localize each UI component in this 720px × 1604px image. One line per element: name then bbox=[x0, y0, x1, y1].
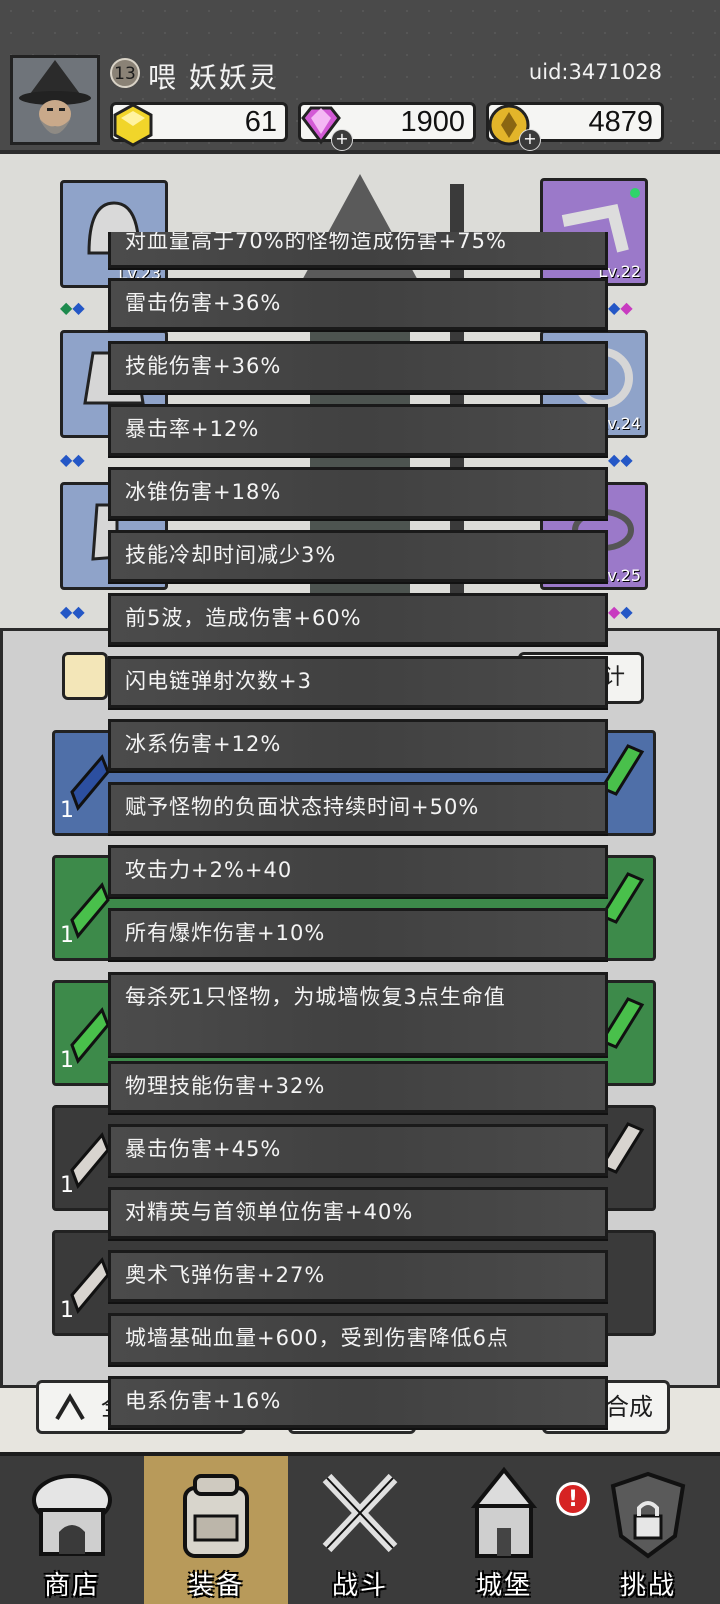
slot-gems: ◆◆ bbox=[60, 602, 85, 621]
nav-tab-battle[interactable]: 战斗 bbox=[288, 1456, 432, 1604]
stat-row: 每杀死1只怪物，为城墙恢复3点生命值 bbox=[108, 972, 608, 1056]
stat-text: 雷击伤害+36% bbox=[125, 291, 282, 315]
chevron-up-icon bbox=[55, 1393, 85, 1421]
stat-text: 所有爆炸伤害+10% bbox=[125, 921, 326, 945]
stat-row: 物理技能伤害+32% bbox=[108, 1061, 608, 1113]
stat-row: 暴击伤害+45% bbox=[108, 1124, 608, 1176]
stat-row: 攻击力+2%+40 bbox=[108, 845, 608, 897]
stat-text: 城墙基础血量+600，受到伤害降低6点 bbox=[125, 1326, 510, 1350]
coin-value: 4879 bbox=[588, 106, 653, 138]
stat-text: 冰系伤害+12% bbox=[125, 732, 282, 756]
coin-counter[interactable]: + 4879 bbox=[486, 102, 664, 151]
nav-label-shop: 商店 bbox=[43, 1571, 100, 1601]
stat-row: 赋予怪物的负面状态持续时间+50% bbox=[108, 782, 608, 834]
bottom-navigation: 商店 装备 战斗 城堡 挑战 bbox=[0, 1452, 720, 1604]
stat-row: 所有爆炸伤害+10% bbox=[108, 908, 608, 960]
nav-tab-challenge[interactable]: 挑战 bbox=[576, 1456, 720, 1604]
gold-gem-counter: 61 bbox=[110, 102, 288, 147]
stat-row: 冰锥伤害+18% bbox=[108, 467, 608, 519]
slot-gems: ◆◆ bbox=[608, 602, 633, 621]
stat-text: 暴击伤害+45% bbox=[125, 1137, 282, 1161]
slot-gems: ◆◆ bbox=[608, 298, 633, 317]
gem-count: 1 bbox=[60, 798, 74, 823]
stat-text: 前5波，造成伤害+60% bbox=[125, 606, 362, 630]
gold-gem-value: 61 bbox=[244, 106, 277, 138]
slot-gems: ◆◆ bbox=[60, 298, 85, 317]
stat-text: 闪电链弹射次数+3 bbox=[125, 669, 312, 693]
gem-count: 1 bbox=[60, 1298, 74, 1323]
stat-text: 赋予怪物的负面状态持续时间+50% bbox=[125, 795, 480, 819]
player-level-badge: 13 bbox=[110, 58, 140, 88]
gem-count: 1 bbox=[60, 1048, 74, 1073]
diamond-value: 1900 bbox=[400, 106, 465, 138]
nav-label-challenge: 挑战 bbox=[619, 1571, 676, 1601]
stat-text: 每杀死1只怪物，为城墙恢复3点生命值 bbox=[125, 985, 506, 1009]
stat-text: 对血量高于70%的怪物造成伤害+75% bbox=[125, 232, 507, 253]
nav-tab-equipment[interactable]: 装备 bbox=[144, 1456, 288, 1604]
diamond-counter[interactable]: + 1900 bbox=[298, 102, 476, 151]
player-uid: uid:3471028 bbox=[528, 60, 662, 84]
stat-row: 技能冷却时间减少3% bbox=[108, 530, 608, 582]
stat-row: 电系伤害+16% bbox=[108, 1376, 608, 1428]
nav-tab-shop[interactable]: 商店 bbox=[0, 1456, 144, 1604]
stat-row: 冰系伤害+12% bbox=[108, 719, 608, 771]
stat-row: 奥术飞弹伤害+27% bbox=[108, 1250, 608, 1302]
stat-row: 技能伤害+36% bbox=[108, 341, 608, 393]
player-name: 喂 妖妖灵 bbox=[148, 61, 279, 94]
stat-text: 攻击力+2%+40 bbox=[125, 858, 293, 882]
top-header: 13 喂 妖妖灵 uid:3471028 61 + 1900 + 4879 bbox=[0, 0, 720, 154]
player-avatar[interactable] bbox=[10, 55, 100, 145]
locked-shield-icon bbox=[610, 1471, 686, 1559]
stat-row: 城墙基础血量+600，受到伤害降低6点 bbox=[108, 1313, 608, 1365]
slot-gems: ◆◆ bbox=[608, 450, 633, 469]
stat-row: 前5波，造成伤害+60% bbox=[108, 593, 608, 645]
stat-row: 雷击伤害+36% bbox=[108, 278, 608, 330]
slot-gems: ◆◆ bbox=[60, 450, 85, 469]
add-diamond-icon[interactable]: + bbox=[331, 129, 353, 151]
stat-text: 暴击率+12% bbox=[125, 417, 260, 441]
stat-text: 电系伤害+16% bbox=[125, 1389, 282, 1413]
crossed-swords-icon bbox=[322, 1473, 398, 1553]
add-coin-icon[interactable]: + bbox=[519, 129, 541, 151]
stat-row: 对精英与首领单位伤害+40% bbox=[108, 1187, 608, 1239]
stat-row: 暴击率+12% bbox=[108, 404, 608, 456]
stat-row: 闪电链弹射次数+3 bbox=[108, 656, 608, 708]
nav-tab-castle[interactable]: 城堡 bbox=[432, 1456, 576, 1604]
shop-icon bbox=[32, 1474, 112, 1556]
inventory-tab-icon[interactable] bbox=[62, 652, 108, 700]
stat-text: 奥术飞弹伤害+27% bbox=[125, 1263, 326, 1287]
stat-text: 冰锥伤害+18% bbox=[125, 480, 282, 504]
backpack-icon bbox=[183, 1474, 249, 1558]
stat-row: 对血量高于70%的怪物造成伤害+75% bbox=[108, 232, 608, 268]
nav-label-castle: 城堡 bbox=[475, 1571, 532, 1601]
stat-text: 物理技能伤害+32% bbox=[125, 1074, 326, 1098]
stat-text: 技能伤害+36% bbox=[125, 354, 282, 378]
stat-text: 对精英与首领单位伤害+40% bbox=[125, 1200, 414, 1224]
nav-label-equipment: 装备 bbox=[187, 1571, 244, 1601]
gem-count: 1 bbox=[60, 923, 74, 948]
yellow-gem-icon bbox=[113, 103, 153, 147]
wizard-portrait-icon bbox=[13, 58, 97, 142]
stat-text: 技能冷却时间减少3% bbox=[125, 543, 337, 567]
nav-label-battle: 战斗 bbox=[331, 1571, 388, 1601]
gem-count: 1 bbox=[60, 1173, 74, 1198]
castle-icon bbox=[470, 1466, 538, 1558]
castle-alert-badge: ! bbox=[556, 1482, 590, 1516]
stat-list-overlay[interactable]: 对血量高于70%的怪物造成伤害+75% 雷击伤害+36% 技能伤害+36% 暴击… bbox=[108, 232, 608, 1450]
